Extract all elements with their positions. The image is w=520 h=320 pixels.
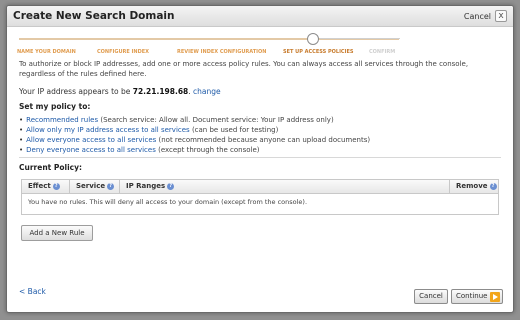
policy-option: • Deny everyone access to all services (e… <box>19 145 370 155</box>
table-header: Effect? Service? IP Ranges? Remove? <box>22 180 498 194</box>
ip-dot: . <box>188 87 191 96</box>
column-header-effect[interactable]: Effect? <box>22 180 70 193</box>
help-icon[interactable]: ? <box>107 182 115 190</box>
dialog-title: Create New Search Domain <box>13 10 175 22</box>
column-label: Service <box>76 182 106 190</box>
step-set-up-access-policies: SET UP ACCESS POLICIES <box>283 49 354 55</box>
step-name-your-domain: NAME YOUR DOMAIN <box>17 49 76 55</box>
allow-everyone-link[interactable]: Allow everyone access to all services <box>26 136 156 144</box>
empty-rules-message: You have no rules. This will deny all ac… <box>28 198 308 206</box>
continue-label: Continue <box>456 292 488 300</box>
ip-address: 72.21.198.68 <box>132 87 189 96</box>
column-header-ip-ranges[interactable]: IP Ranges? <box>120 180 450 193</box>
help-icon[interactable]: ? <box>489 182 497 190</box>
titlebar-cancel-link[interactable]: Cancel <box>464 12 491 21</box>
back-link[interactable]: < Back <box>19 287 46 296</box>
policy-option: • Recommended rules (Search service: Allo… <box>19 115 370 125</box>
recommended-rules-link[interactable]: Recommended rules <box>26 116 98 124</box>
deny-everyone-link[interactable]: Deny everyone access to all services <box>26 146 156 154</box>
help-icon[interactable]: ? <box>52 182 60 190</box>
policy-option-note: (Search service: Allow all. Document ser… <box>100 116 334 124</box>
create-search-domain-dialog: Create New Search Domain Cancel x NAME Y… <box>6 5 514 313</box>
column-label: Remove <box>456 182 488 190</box>
ip-prefix: Your IP address appears to be <box>19 87 131 96</box>
column-label: Effect <box>28 182 51 190</box>
help-icon[interactable]: ? <box>167 182 175 190</box>
section-divider <box>19 157 501 158</box>
change-ip-link[interactable]: change <box>193 87 221 96</box>
column-header-remove[interactable]: Remove? <box>450 180 500 193</box>
wizard-steps: NAME YOUR DOMAIN CONFIGURE INDEX REVIEW … <box>7 27 513 57</box>
policy-options-list: • Recommended rules (Search service: Allo… <box>19 115 370 155</box>
ip-address-line: Your IP address appears to be 72.21.198.… <box>19 87 221 96</box>
step-review-index-configuration: REVIEW INDEX CONFIGURATION <box>177 49 267 55</box>
cancel-button[interactable]: Cancel <box>414 289 448 304</box>
step-configure-index: CONFIGURE INDEX <box>97 49 150 55</box>
policy-rules-table: Effect? Service? IP Ranges? Remove? You … <box>21 179 499 215</box>
current-step-marker-icon <box>307 33 319 45</box>
policy-option-note: (not recommended because anyone can uplo… <box>158 136 371 144</box>
dialog-titlebar: Create New Search Domain Cancel x <box>7 6 513 27</box>
policy-option: • Allow only my IP address access to all … <box>19 125 370 135</box>
intro-text: To authorize or block IP addresses, add … <box>19 60 469 78</box>
policy-option-note: (except through the console) <box>158 146 260 154</box>
continue-button[interactable]: Continue <box>451 289 503 304</box>
current-policy-heading: Current Policy: <box>19 163 82 172</box>
arrow-right-icon <box>490 292 500 302</box>
policy-option: • Allow everyone access to all services (… <box>19 135 370 145</box>
set-policy-heading: Set my policy to: <box>19 102 91 111</box>
column-label: IP Ranges <box>126 182 166 190</box>
step-confirm: CONFIRM <box>369 49 396 55</box>
step-remaining-track <box>320 38 400 39</box>
column-header-service[interactable]: Service? <box>70 180 120 193</box>
close-icon[interactable]: x <box>495 10 507 22</box>
allow-my-ip-link[interactable]: Allow only my IP address access to all s… <box>26 126 190 134</box>
policy-option-note: (can be used for testing) <box>191 126 279 134</box>
add-new-rule-button[interactable]: Add a New Rule <box>21 225 93 241</box>
